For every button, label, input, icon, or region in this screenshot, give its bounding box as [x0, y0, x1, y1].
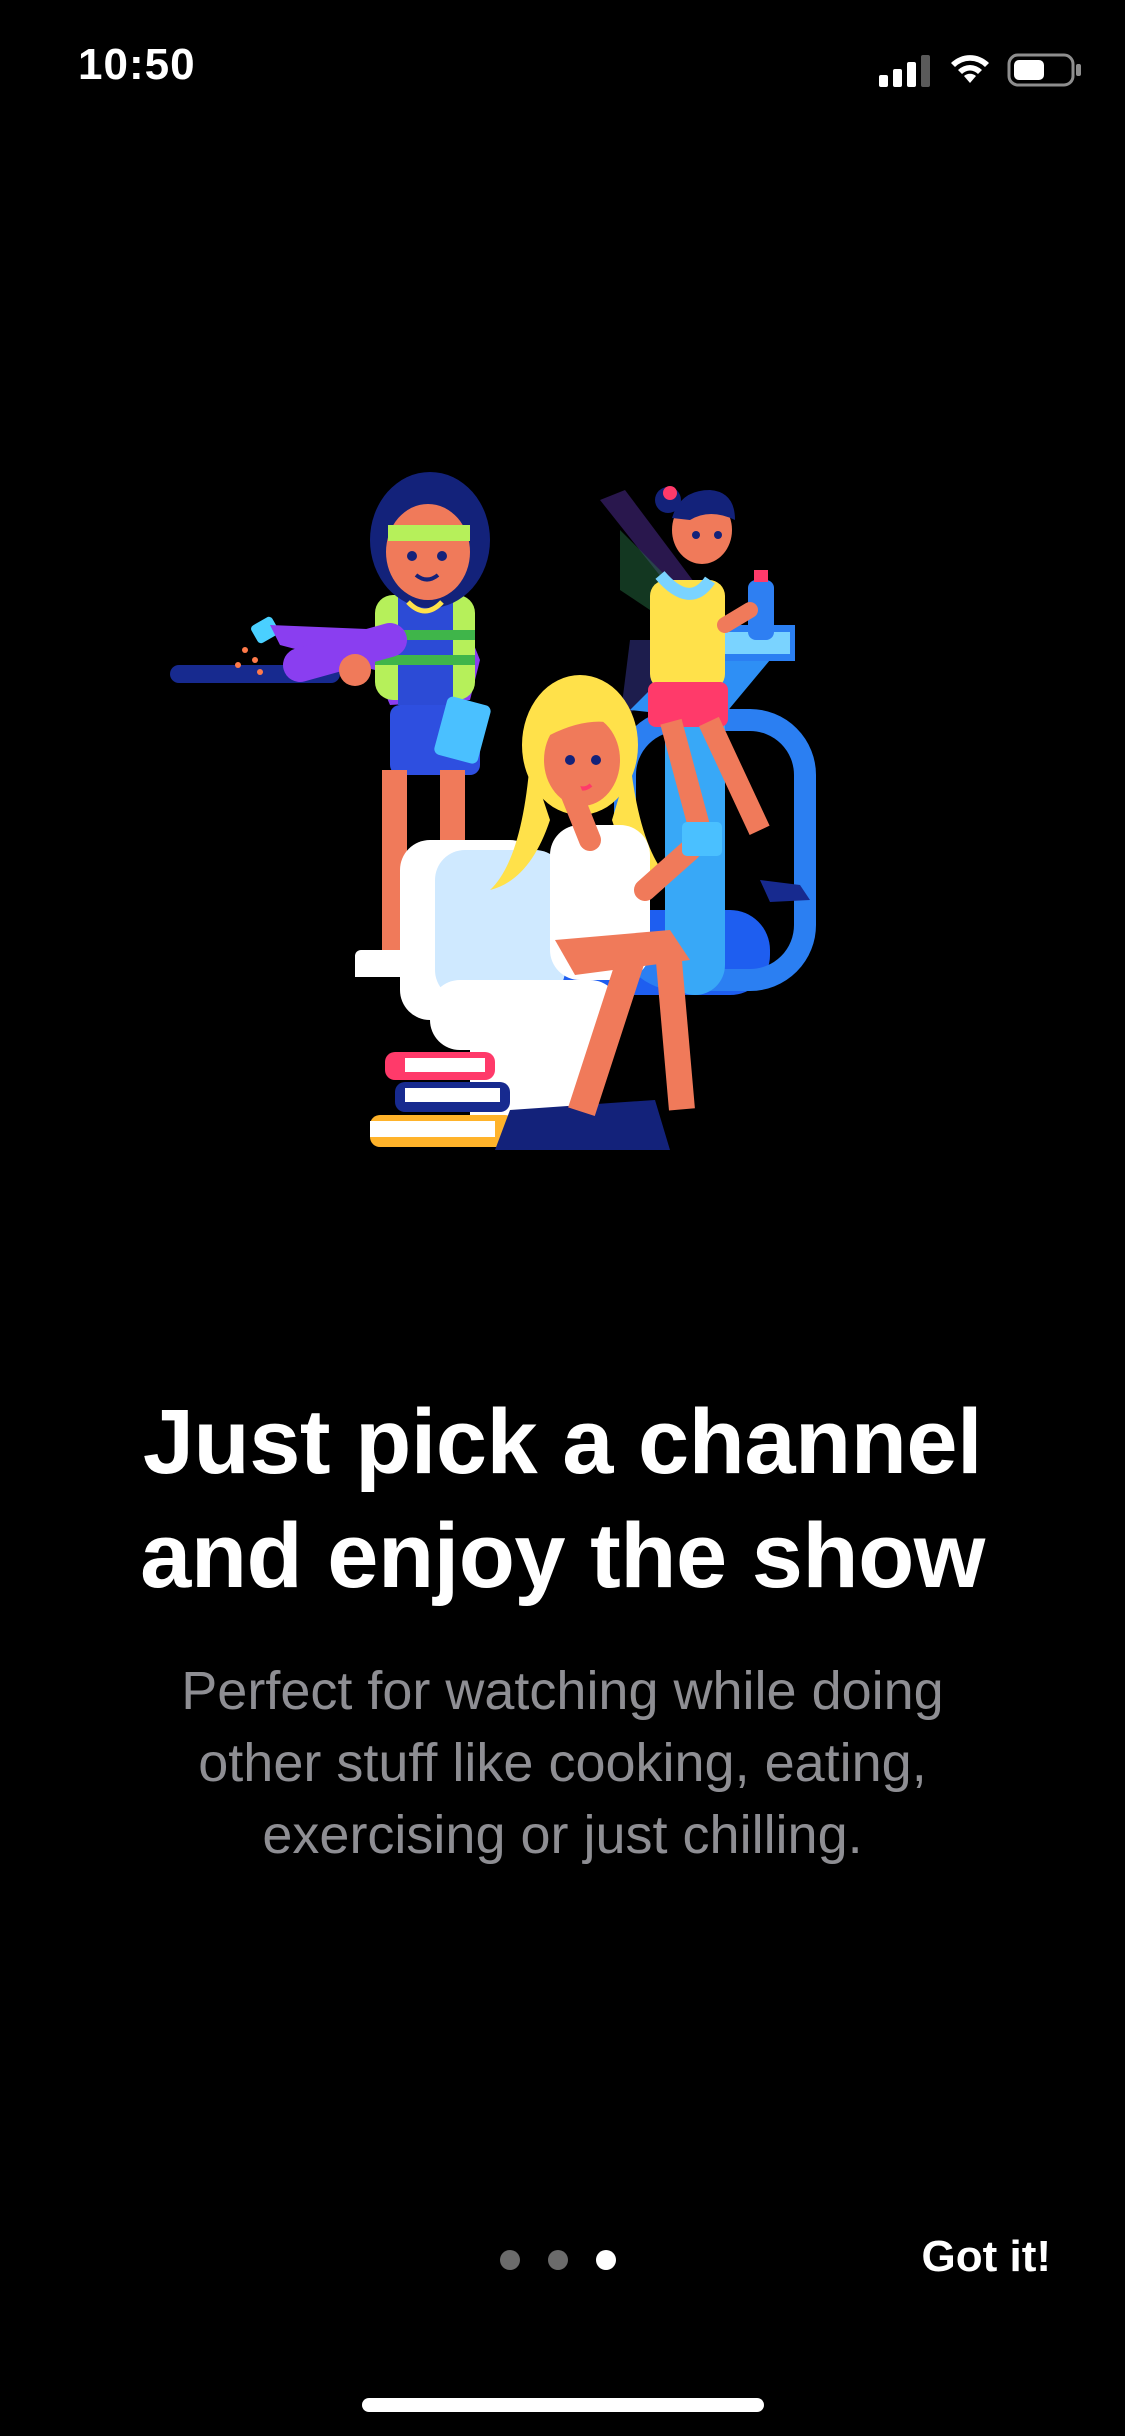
battery-icon [1007, 53, 1081, 87]
onboarding-headline: Just pick a channel and enjoy the show [0, 1385, 1125, 1613]
status-time: 10:50 [78, 40, 196, 89]
page-dot-3[interactable] [596, 2250, 616, 2270]
got-it-button[interactable]: Got it! [921, 2232, 1051, 2282]
onboarding-illustration [170, 472, 816, 1150]
page-dot-1[interactable] [500, 2250, 520, 2270]
subtitle-line-2: other stuff like cooking, eating, [198, 1733, 927, 1793]
status-bar: 10:50 [0, 0, 1125, 140]
signal-icon [879, 55, 930, 87]
onboarding-subtitle: Perfect for watching while doing other s… [120, 1655, 1005, 1871]
subtitle-line-3: exercising or just chilling. [262, 1805, 863, 1865]
headline-line-2: and enjoy the show [140, 1505, 985, 1607]
page-indicator[interactable] [500, 2250, 616, 2270]
wifi-icon [951, 55, 989, 83]
home-indicator[interactable] [362, 2398, 764, 2412]
headline-line-1: Just pick a channel [142, 1391, 983, 1493]
status-icons [879, 50, 1083, 90]
page-dot-2[interactable] [548, 2250, 568, 2270]
subtitle-line-1: Perfect for watching while doing [181, 1661, 944, 1721]
